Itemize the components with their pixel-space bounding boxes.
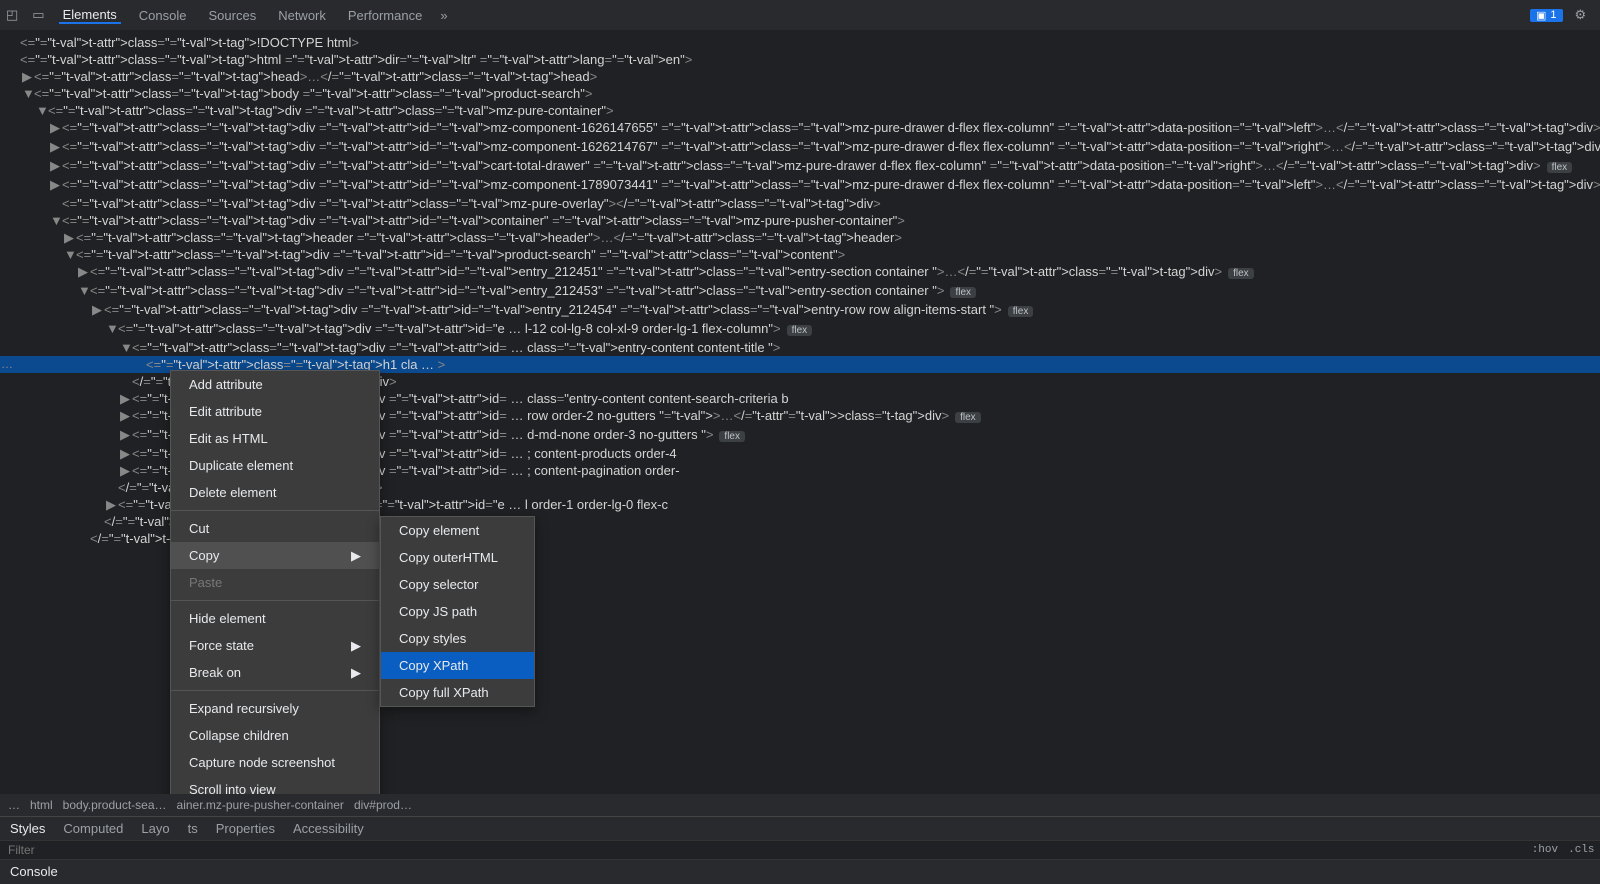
issues-badge[interactable]: ▣ 1 [1530, 9, 1563, 22]
settings-icon[interactable]: ⚙ [1575, 7, 1587, 23]
dom-node[interactable]: ▶<="="t-val">t-attr">class="="t-val">t-t… [0, 157, 1600, 176]
ctx-copy-js-path[interactable]: Copy JS path [381, 598, 534, 625]
ctx-add-attribute[interactable]: Add attribute [171, 371, 379, 398]
devtools-tab-sources[interactable]: Sources [205, 8, 261, 23]
dom-node[interactable]: ▼<="="t-val">t-attr">class="="t-val">t-t… [0, 339, 1600, 356]
ctx-capture-node-screenshot[interactable]: Capture node screenshot [171, 749, 379, 776]
devtools-tab-network[interactable]: Network [274, 8, 330, 23]
ctx-force-state[interactable]: Force state▶ [171, 632, 379, 659]
dom-node[interactable]: ▶<="="t-val">t-attr">class="="t-val">t-t… [0, 68, 1600, 85]
ctx-copy-styles[interactable]: Copy styles [381, 625, 534, 652]
styles-tab-ts[interactable]: ts [188, 821, 198, 836]
console-drawer[interactable]: Console ✕ [0, 860, 1600, 884]
ctx-edit-as-html[interactable]: Edit as HTML [171, 425, 379, 452]
dom-node[interactable]: <="="t-val">t-attr">class="="t-val">t-ta… [0, 195, 1600, 212]
dom-node[interactable]: ▶<="="t-val">t-attr">class="="t-val">t-t… [0, 119, 1600, 138]
ctx-copy-full-xpath[interactable]: Copy full XPath [381, 679, 534, 706]
ctx-cut[interactable]: Cut [171, 515, 379, 542]
crumb[interactable]: ainer.mz-pure-pusher-container [177, 798, 344, 812]
styles-filter-row: :hov .cls + ⋮ [0, 840, 1600, 860]
ctx-expand-recursively[interactable]: Expand recursively [171, 695, 379, 722]
dom-node[interactable]: ▼<="="t-val">t-attr">class="="t-val">t-t… [0, 320, 1600, 339]
ctx-paste: Paste [171, 569, 379, 596]
ctx-scroll-into-view[interactable]: Scroll into view [171, 776, 379, 794]
ctx-edit-attribute[interactable]: Edit attribute [171, 398, 379, 425]
dom-node[interactable]: ▼<="="t-val">t-attr">class="="t-val">t-t… [0, 246, 1600, 263]
crumb[interactable]: body.product-sea… [63, 798, 167, 812]
ctx-copy-element[interactable]: Copy element [381, 517, 534, 544]
dom-node[interactable]: ▶<="="t-val">t-attr">class="="t-val">t-t… [0, 229, 1600, 246]
styles-filter-input[interactable] [8, 843, 1522, 857]
styles-tab-styles[interactable]: Styles [10, 821, 45, 836]
more-tabs-icon[interactable]: » [440, 8, 447, 23]
styles-tabbar: Styles Computed Layo ts Properties Accessibil… [0, 816, 1600, 840]
devtools-tab-elements[interactable]: Elements [59, 7, 121, 24]
styles-tab-computed[interactable]: Computed [63, 821, 123, 836]
dom-node[interactable]: ▼<="="t-val">t-attr">class="="t-val">t-t… [0, 282, 1600, 301]
dom-node[interactable]: ▶<="="t-val">t-attr">class="="t-val">t-t… [0, 263, 1600, 282]
ctx-copy-xpath[interactable]: Copy XPath [381, 652, 534, 679]
inspect-element-icon[interactable]: ◰ [6, 7, 18, 23]
dom-node[interactable]: ▼<="="t-val">t-attr">class="="t-val">t-t… [0, 85, 1600, 102]
dom-node[interactable]: ▼<="="t-val">t-attr">class="="t-val">t-t… [0, 212, 1600, 229]
ctx-copy[interactable]: Copy▶ [171, 542, 379, 569]
ctx-duplicate-element[interactable]: Duplicate element [171, 452, 379, 479]
ctx-copy-outerhtml[interactable]: Copy outerHTML [381, 544, 534, 571]
device-toggle-icon[interactable]: ▭ [32, 7, 44, 23]
copy-submenu: Copy elementCopy outerHTMLCopy selectorC… [380, 516, 535, 707]
ctx-hide-element[interactable]: Hide element [171, 605, 379, 632]
dom-node[interactable]: ▶<="="t-val">t-attr">class="="t-val">t-t… [0, 138, 1600, 157]
styles-tab-layo[interactable]: Layo [141, 821, 169, 836]
dom-breadcrumbs[interactable]: … html body.product-sea… ainer.mz-pure-push… [0, 794, 1600, 816]
ctx-copy-selector[interactable]: Copy selector [381, 571, 534, 598]
ctx-collapse-children[interactable]: Collapse children [171, 722, 379, 749]
styles-tab-accessibility[interactable]: Accessibility [293, 821, 364, 836]
devtools-tab-console[interactable]: Console [135, 8, 191, 23]
context-menu: Add attributeEdit attributeEdit as HTMLD… [170, 370, 380, 794]
devtools-tabbar: ◰ ▭ Elements Console Sources Network Perform… [0, 0, 1600, 30]
ctx-delete-element[interactable]: Delete element [171, 479, 379, 506]
devtools-pane: ◰ ▭ Elements Console Sources Network Perform… [0, 0, 1600, 884]
dom-node[interactable]: ▶<="="t-val">t-attr">class="="t-val">t-t… [0, 301, 1600, 320]
dom-tree[interactable]: <="="t-val">t-attr">class="="t-val">t-ta… [0, 30, 1600, 794]
cls-toggle[interactable]: .cls [1568, 844, 1594, 856]
crumb[interactable]: … [8, 798, 20, 812]
dom-node[interactable]: ▶<="="t-val">t-attr">class="="t-val">t-t… [0, 176, 1600, 195]
styles-tab-properties[interactable]: Properties [216, 821, 275, 836]
dom-node[interactable]: ▼<="="t-val">t-attr">class="="t-val">t-t… [0, 102, 1600, 119]
crumb[interactable]: div#prod… [354, 798, 412, 812]
hov-toggle[interactable]: :hov [1532, 844, 1558, 856]
dom-node[interactable]: <="="t-val">t-attr">class="="t-val">t-ta… [0, 34, 1600, 51]
ctx-break-on[interactable]: Break on▶ [171, 659, 379, 686]
crumb[interactable]: html [30, 798, 53, 812]
devtools-tab-performance[interactable]: Performance [344, 8, 426, 23]
dom-node[interactable]: <="="t-val">t-attr">class="="t-val">t-ta… [0, 51, 1600, 68]
